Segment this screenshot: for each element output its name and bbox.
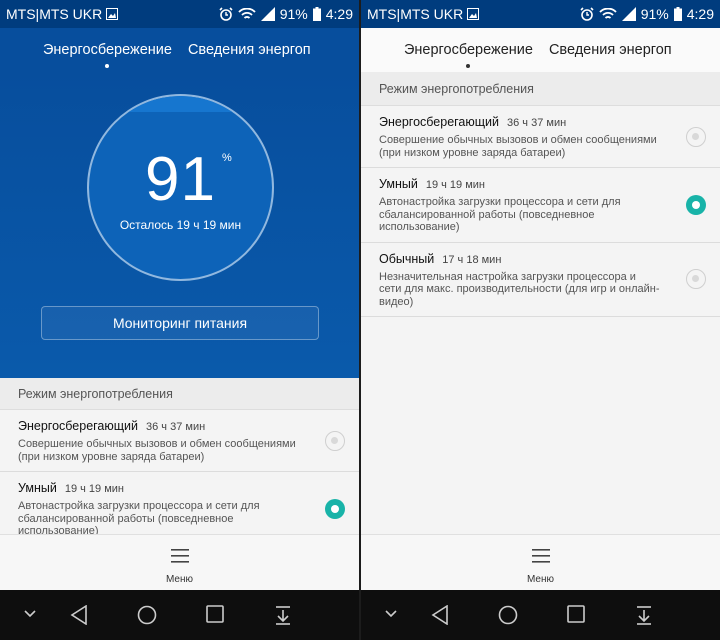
mode-item-saving[interactable]: Энергосберегающий 36 ч 37 мин Совершение… bbox=[0, 410, 359, 472]
gauge-percent-wrap: 91 % bbox=[89, 144, 272, 215]
tab-power-info[interactable]: Сведения энергоп bbox=[188, 42, 311, 58]
menu-icon[interactable] bbox=[170, 549, 189, 563]
battery-label: 91% bbox=[279, 6, 308, 22]
status-bar: MTS|MTS UKR 91% 4:29 bbox=[0, 0, 359, 28]
notification-drawer-icon[interactable] bbox=[636, 605, 652, 625]
mode-item-saving[interactable]: Энергосберегающий 36 ч 37 мин Совершение… bbox=[361, 106, 720, 168]
mode-radio-saving[interactable] bbox=[686, 126, 706, 147]
wifi-icon bbox=[238, 7, 256, 19]
tab-power-info[interactable]: Сведения энергоп bbox=[549, 42, 672, 58]
mode-desc: Автонастройка загрузки процессора и сети… bbox=[379, 196, 621, 233]
mode-item-smart[interactable]: Умный 19 ч 19 мин Автонастройка загрузки… bbox=[361, 168, 720, 243]
menu-label: Меню bbox=[165, 574, 194, 585]
home-icon[interactable] bbox=[498, 605, 518, 625]
menu-icon[interactable] bbox=[531, 549, 550, 563]
mode-item-smart[interactable]: Умный 19 ч 19 мин Автонастройка загрузки… bbox=[0, 472, 359, 534]
mode-desc: Автонастройка загрузки процессора и сети… bbox=[18, 500, 260, 534]
status-icons: 91% 4:29 bbox=[219, 6, 353, 22]
battery-label: 91% bbox=[640, 6, 669, 22]
back-icon[interactable] bbox=[431, 605, 449, 625]
battery-gauge: 91 % Осталось 19 ч 19 мин bbox=[87, 94, 274, 281]
tab-bar: Энергосбережение Сведения энергоп bbox=[361, 28, 720, 72]
battery-percent: 91 bbox=[145, 145, 216, 214]
right-screen: MTS|MTS UKR 91% 4:29 Энергосбережение Св… bbox=[361, 0, 720, 640]
menu-label: Меню bbox=[526, 574, 555, 585]
carrier-label: MTS|MTS UKR bbox=[367, 6, 464, 22]
home-icon[interactable] bbox=[137, 605, 157, 625]
battery-icon bbox=[312, 7, 321, 21]
wifi-icon bbox=[599, 7, 617, 19]
recents-icon[interactable] bbox=[567, 605, 585, 623]
mode-radio-smart[interactable] bbox=[325, 498, 345, 519]
image-notification-icon bbox=[106, 8, 119, 20]
bottom-menu[interactable]: Меню bbox=[0, 534, 359, 590]
chevron-down-icon[interactable] bbox=[385, 610, 397, 618]
mode-name: Умный bbox=[379, 177, 418, 191]
battery-percent-unit: % bbox=[222, 152, 232, 164]
tab-power-saving[interactable]: Энергосбережение bbox=[43, 42, 172, 68]
battery-remaining: Осталось 19 ч 19 мин bbox=[119, 218, 242, 232]
chevron-down-icon[interactable] bbox=[24, 610, 36, 618]
left-screen: MTS|MTS UKR 91% 4:29 Энергосбережение Св… bbox=[0, 0, 359, 640]
notification-drawer-icon[interactable] bbox=[275, 605, 291, 625]
section-title: Режим энергопотребления bbox=[0, 378, 359, 410]
mode-time: 19 ч 19 мин bbox=[425, 179, 485, 191]
mode-radio-normal[interactable] bbox=[686, 269, 706, 290]
clock: 4:29 bbox=[686, 6, 714, 22]
power-mode-list: Режим энергопотребления Энергосберегающи… bbox=[0, 378, 359, 534]
tab-bar: Энергосбережение Сведения энергоп bbox=[0, 28, 359, 72]
header: Энергосбережение Сведения энергоп bbox=[361, 28, 720, 72]
mode-radio-saving[interactable] bbox=[325, 430, 345, 451]
alarm-icon bbox=[580, 7, 594, 21]
system-nav-bar bbox=[361, 590, 720, 640]
mode-name: Умный bbox=[18, 481, 57, 495]
gauge-empty-region bbox=[89, 96, 272, 112]
image-notification-icon bbox=[467, 8, 480, 20]
battery-icon bbox=[673, 7, 682, 21]
carrier-label: MTS|MTS UKR bbox=[6, 6, 103, 22]
mode-name: Энергосберегающий bbox=[379, 115, 500, 129]
tab-power-saving[interactable]: Энергосбережение bbox=[404, 42, 533, 68]
header: Энергосбережение Сведения энергоп bbox=[0, 28, 359, 72]
mode-time: 36 ч 37 мин bbox=[146, 421, 206, 433]
mode-time: 19 ч 19 мин bbox=[64, 483, 124, 495]
carrier: MTS|MTS UKR bbox=[367, 6, 480, 22]
section-title: Режим энергопотребления bbox=[361, 72, 720, 106]
mode-item-normal[interactable]: Обычный 17 ч 18 мин Незначительная настр… bbox=[361, 242, 720, 317]
status-icons: 91% 4:29 bbox=[580, 6, 714, 22]
battery-hero: 91 % Осталось 19 ч 19 мин Мониторинг пит… bbox=[0, 72, 359, 378]
back-icon[interactable] bbox=[70, 605, 88, 625]
recents-icon[interactable] bbox=[206, 605, 224, 623]
carrier: MTS|MTS UKR bbox=[6, 6, 119, 22]
signal-icon bbox=[260, 7, 275, 21]
mode-desc: Совершение обычных вызовов и обмен сообщ… bbox=[18, 438, 296, 463]
mode-radio-smart[interactable] bbox=[686, 194, 706, 215]
mode-time: 17 ч 18 мин bbox=[442, 253, 502, 266]
mode-desc: Совершение обычных вызовов и обмен сообщ… bbox=[379, 134, 657, 159]
clock: 4:29 bbox=[325, 6, 353, 22]
mode-name: Энергосберегающий bbox=[18, 419, 139, 433]
status-bar: MTS|MTS UKR 91% 4:29 bbox=[361, 0, 720, 28]
system-nav-bar bbox=[0, 590, 359, 640]
bottom-menu[interactable]: Меню bbox=[361, 534, 720, 590]
signal-icon bbox=[621, 7, 636, 21]
alarm-icon bbox=[219, 7, 233, 21]
mode-name: Обычный bbox=[379, 251, 435, 266]
mode-time: 36 ч 37 мин bbox=[507, 117, 567, 129]
power-mode-list: Режим энергопотребления Энергосберегающи… bbox=[361, 72, 720, 534]
power-monitor-button[interactable]: Мониторинг питания bbox=[41, 306, 319, 340]
mode-desc: Незначительная настройка загрузки процес… bbox=[379, 270, 660, 308]
